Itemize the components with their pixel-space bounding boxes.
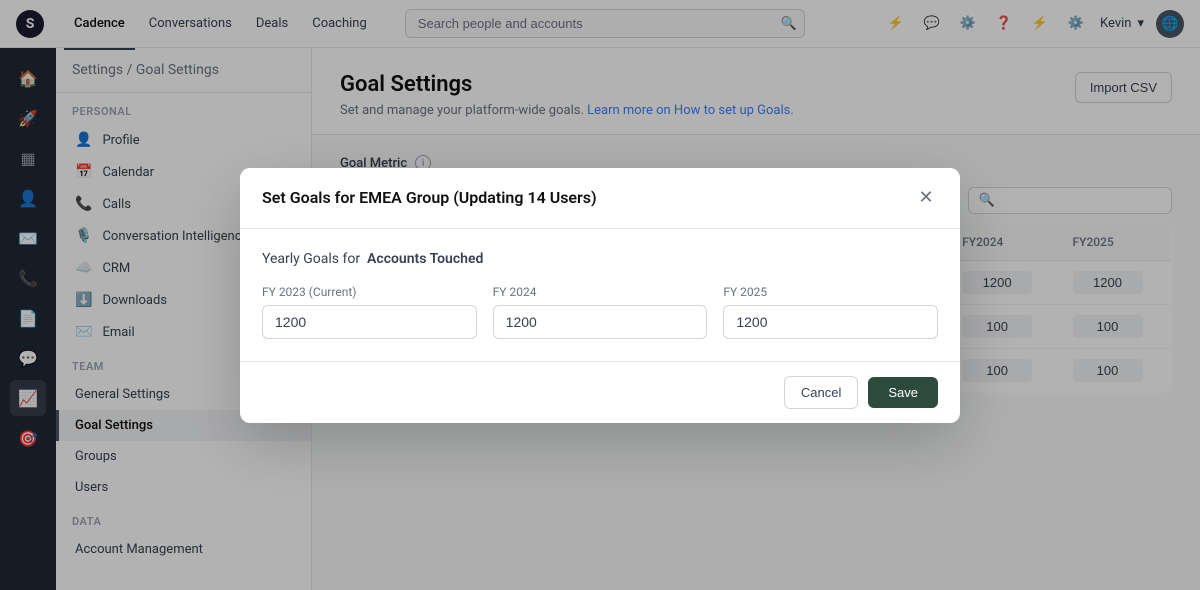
fy-field-2024: FY 2024 — [493, 285, 708, 339]
modal-metric-bold: Accounts Touched — [367, 251, 483, 267]
fy-fields: FY 2023 (Current) FY 2024 FY 2025 — [262, 285, 938, 339]
modal-title: Set Goals for EMEA Group (Updating 14 Us… — [262, 188, 597, 207]
cancel-button[interactable]: Cancel — [784, 376, 858, 409]
modal-section-label: Yearly Goals for — [262, 251, 360, 267]
fy2024-label: FY 2024 — [493, 285, 708, 299]
fy-field-2025: FY 2025 — [723, 285, 938, 339]
modal-footer: Cancel Save — [240, 361, 960, 423]
fy2024-input[interactable] — [493, 305, 708, 339]
modal-overlay: Set Goals for EMEA Group (Updating 14 Us… — [0, 0, 1200, 590]
fy2025-input[interactable] — [723, 305, 938, 339]
modal-body: Yearly Goals for Accounts Touched FY 202… — [240, 229, 960, 361]
modal-section-title: Yearly Goals for Accounts Touched — [262, 251, 938, 267]
fy2023-label: FY 2023 (Current) — [262, 285, 477, 299]
modal-header: Set Goals for EMEA Group (Updating 14 Us… — [240, 168, 960, 229]
modal: Set Goals for EMEA Group (Updating 14 Us… — [240, 168, 960, 423]
fy-field-2023: FY 2023 (Current) — [262, 285, 477, 339]
save-button[interactable]: Save — [868, 377, 938, 408]
modal-close-button[interactable]: ✕ — [914, 186, 938, 210]
fy2023-input[interactable] — [262, 305, 477, 339]
fy2025-label: FY 2025 — [723, 285, 938, 299]
